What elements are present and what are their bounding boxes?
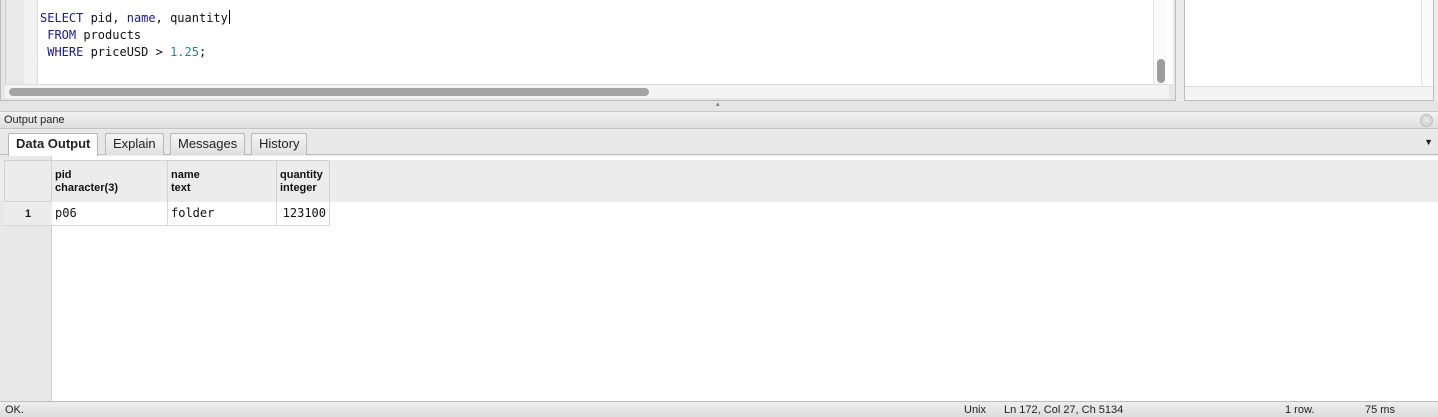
- tab-data-output[interactable]: Data Output: [8, 133, 99, 156]
- sql-editor-panel: SELECT pid, name, quantity FROM products…: [0, 0, 1176, 101]
- query-tool-window: SELECT pid, name, quantity FROM products…: [0, 0, 1438, 417]
- cell-pid[interactable]: p06: [52, 202, 168, 226]
- editor-gutter: [6, 0, 24, 84]
- status-message: OK.: [5, 404, 24, 416]
- status-bar: OK. Unix Ln 172, Col 27, Ch 5134 1 row. …: [0, 401, 1438, 417]
- text-caret: [228, 10, 230, 24]
- pane-splitter[interactable]: ▴: [0, 101, 1438, 112]
- tab-messages[interactable]: Messages: [170, 133, 246, 155]
- sql-keyword: name: [126, 11, 156, 25]
- scratch-pad-panel[interactable]: [1184, 0, 1434, 101]
- status-row-count: 1 row.: [1285, 404, 1315, 416]
- column-type: integer: [280, 182, 317, 194]
- output-pane-header: Output pane ×: [0, 112, 1438, 129]
- sql-text: pid,: [83, 11, 127, 25]
- editor-fold-margin: [24, 0, 38, 84]
- editor-horizontal-scroll-thumb[interactable]: [9, 88, 649, 96]
- sql-code[interactable]: SELECT pid, name, quantity FROM products…: [40, 10, 230, 61]
- data-output-grid: pid character(3) name text quantity inte…: [0, 156, 1438, 401]
- status-cursor-position: Ln 172, Col 27, Ch 5134: [1004, 404, 1124, 416]
- column-name: name: [171, 169, 200, 181]
- tab-menu-arrow-icon[interactable]: ▼: [1424, 137, 1433, 147]
- tab-explain[interactable]: Explain: [105, 133, 164, 155]
- sql-text: priceUSD >: [83, 45, 171, 59]
- output-tabs: Data Output Explain Messages History ▼: [0, 130, 1438, 156]
- sql-keyword: WHERE: [40, 45, 84, 59]
- column-type: text: [171, 182, 191, 194]
- column-type: character(3): [55, 182, 118, 194]
- tab-history[interactable]: History: [251, 133, 308, 155]
- status-duration: 75 ms: [1365, 404, 1395, 416]
- scratch-pad-scrollbar[interactable]: [1421, 0, 1433, 86]
- splitter-grip-icon[interactable]: ▴: [716, 101, 722, 108]
- sql-text: ;: [198, 45, 207, 59]
- column-name: quantity: [280, 169, 323, 181]
- grid-corner[interactable]: [4, 160, 52, 202]
- sql-text: , quantity: [155, 11, 228, 25]
- code-line[interactable]: FROM products: [40, 27, 230, 44]
- editor-vertical-scroll-thumb[interactable]: [1157, 59, 1165, 83]
- editor-horizontal-scrollbar[interactable]: [5, 84, 1169, 98]
- code-line[interactable]: SELECT pid, name, quantity: [40, 10, 230, 27]
- sql-keyword: SELECT: [40, 11, 84, 25]
- output-pane-title: Output pane: [4, 114, 65, 126]
- cell-name[interactable]: folder: [168, 202, 277, 226]
- sql-editor[interactable]: SELECT pid, name, quantity FROM products…: [5, 0, 1173, 84]
- row-number[interactable]: 1: [4, 202, 52, 226]
- column-header-name[interactable]: name text: [168, 160, 277, 202]
- close-icon[interactable]: ×: [1420, 114, 1433, 127]
- code-line[interactable]: WHERE priceUSD > 1.25;: [40, 44, 230, 61]
- table-row[interactable]: 1 p06 folder 123100: [0, 202, 330, 226]
- column-name: pid: [55, 169, 72, 181]
- column-header-pid[interactable]: pid character(3): [52, 160, 168, 202]
- editor-vertical-scrollbar[interactable]: [1153, 0, 1167, 84]
- status-line-endings: Unix: [964, 404, 987, 416]
- scratch-pad-bottom-scrollbar[interactable]: [1185, 86, 1433, 100]
- sql-keyword: FROM: [40, 28, 77, 42]
- sql-text: products: [76, 28, 142, 42]
- sql-number: 1.25: [170, 45, 199, 59]
- cell-quantity[interactable]: 123100: [277, 202, 330, 226]
- column-header-quantity[interactable]: quantity integer: [277, 160, 330, 202]
